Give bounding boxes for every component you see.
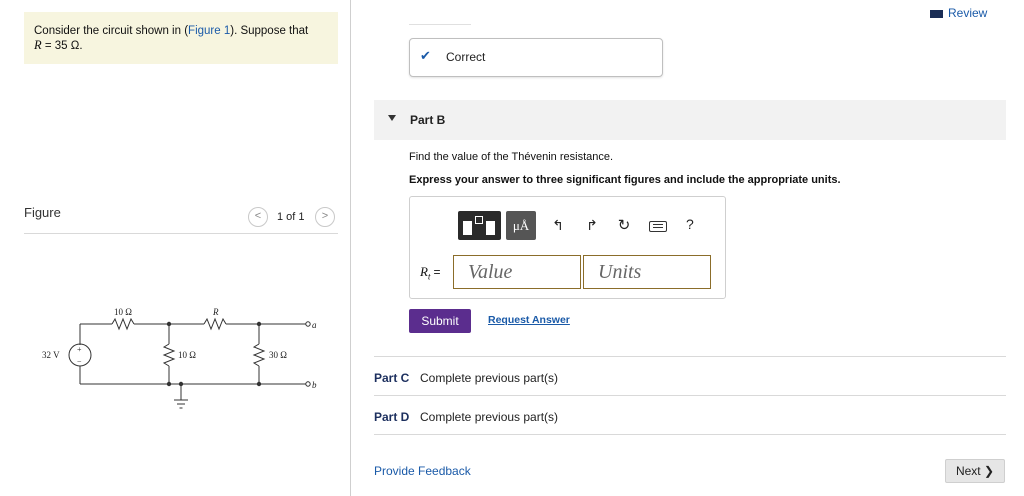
resistor-10-ohm-top <box>111 317 135 331</box>
collapse-triangle-icon[interactable] <box>388 115 396 121</box>
instructions-text: Express your answer to three significant… <box>409 174 841 186</box>
terminal-b-label: b <box>312 380 317 390</box>
undo-icon[interactable]: ↰ <box>550 217 566 234</box>
chevron-right-icon: > <box>321 210 329 222</box>
figure-link[interactable]: Figure 1 <box>188 25 230 37</box>
resistor-10-ohm-middle-label: 10 Ω <box>178 350 196 360</box>
request-answer-link[interactable]: Request Answer <box>488 314 570 326</box>
checkmark-icon: ✔ <box>420 48 431 63</box>
redo-icon[interactable]: ↱ <box>584 217 600 234</box>
figure-heading: Figure <box>24 205 61 220</box>
top-divider <box>409 24 471 25</box>
review-link[interactable]: Review <box>930 6 987 20</box>
source-plus-label: + <box>77 345 82 354</box>
part-c-status: Complete previous part(s) <box>420 371 559 385</box>
resistor-r-label: R <box>212 307 219 317</box>
previous-figure-button[interactable]: < <box>248 207 268 227</box>
answer-label: Rt = <box>420 264 441 281</box>
part-b-header[interactable] <box>374 100 1006 140</box>
question-text: Find the value of the Thévenin resistanc… <box>409 151 614 163</box>
column-divider <box>350 0 351 496</box>
part-c-label[interactable]: Part C <box>374 371 409 385</box>
circuit-diagram: 32 V + − 10 Ω R 10 Ω 30 Ω a b <box>42 307 317 409</box>
resistance-variable: R <box>34 38 42 52</box>
divider <box>374 356 1006 357</box>
part-b-title: Part B <box>410 113 446 127</box>
book-icon <box>930 10 943 18</box>
correct-label: Correct <box>446 50 486 64</box>
templates-button[interactable] <box>458 211 501 240</box>
units-button[interactable]: μÅ <box>506 211 536 240</box>
reset-icon[interactable]: ↻ <box>616 216 632 234</box>
provide-feedback-link[interactable]: Provide Feedback <box>374 464 471 478</box>
figure-divider <box>24 233 338 234</box>
submit-button[interactable]: Submit <box>409 309 471 333</box>
problem-statement: Consider the circuit shown in (Figure 1)… <box>34 24 330 53</box>
keyboard-icon[interactable] <box>649 221 667 232</box>
answer-variable: R <box>420 264 428 279</box>
answer-equals: = <box>430 265 441 279</box>
templates-icon <box>463 221 472 235</box>
review-label: Review <box>948 6 988 20</box>
source-voltage-label: 32 V <box>42 350 60 360</box>
problem-text-before: Consider the circuit shown in ( <box>34 25 189 37</box>
part-d-status: Complete previous part(s) <box>420 410 559 424</box>
units-input[interactable] <box>583 255 711 289</box>
chevron-left-icon: < <box>254 210 262 222</box>
resistor-30-ohm-label: 30 Ω <box>269 350 287 360</box>
help-button[interactable]: ? <box>686 216 694 232</box>
value-input[interactable] <box>453 255 581 289</box>
resistor-10-ohm-top-label: 10 Ω <box>114 307 132 317</box>
resistor-r <box>203 317 227 331</box>
divider <box>374 395 1006 396</box>
resistor-10-ohm-middle <box>162 343 176 367</box>
resistor-30-ohm <box>252 343 266 367</box>
figure-counter: 1 of 1 <box>277 211 305 223</box>
resistance-value: = 35 Ω. <box>41 40 83 52</box>
next-button[interactable]: Next ❯ <box>945 459 1005 483</box>
divider <box>374 434 1006 435</box>
problem-text-after: ). Suppose that <box>230 25 309 37</box>
part-d-label[interactable]: Part D <box>374 410 409 424</box>
source-minus-label: − <box>77 357 82 366</box>
next-figure-button[interactable]: > <box>315 207 335 227</box>
terminal-a-label: a <box>312 320 317 330</box>
